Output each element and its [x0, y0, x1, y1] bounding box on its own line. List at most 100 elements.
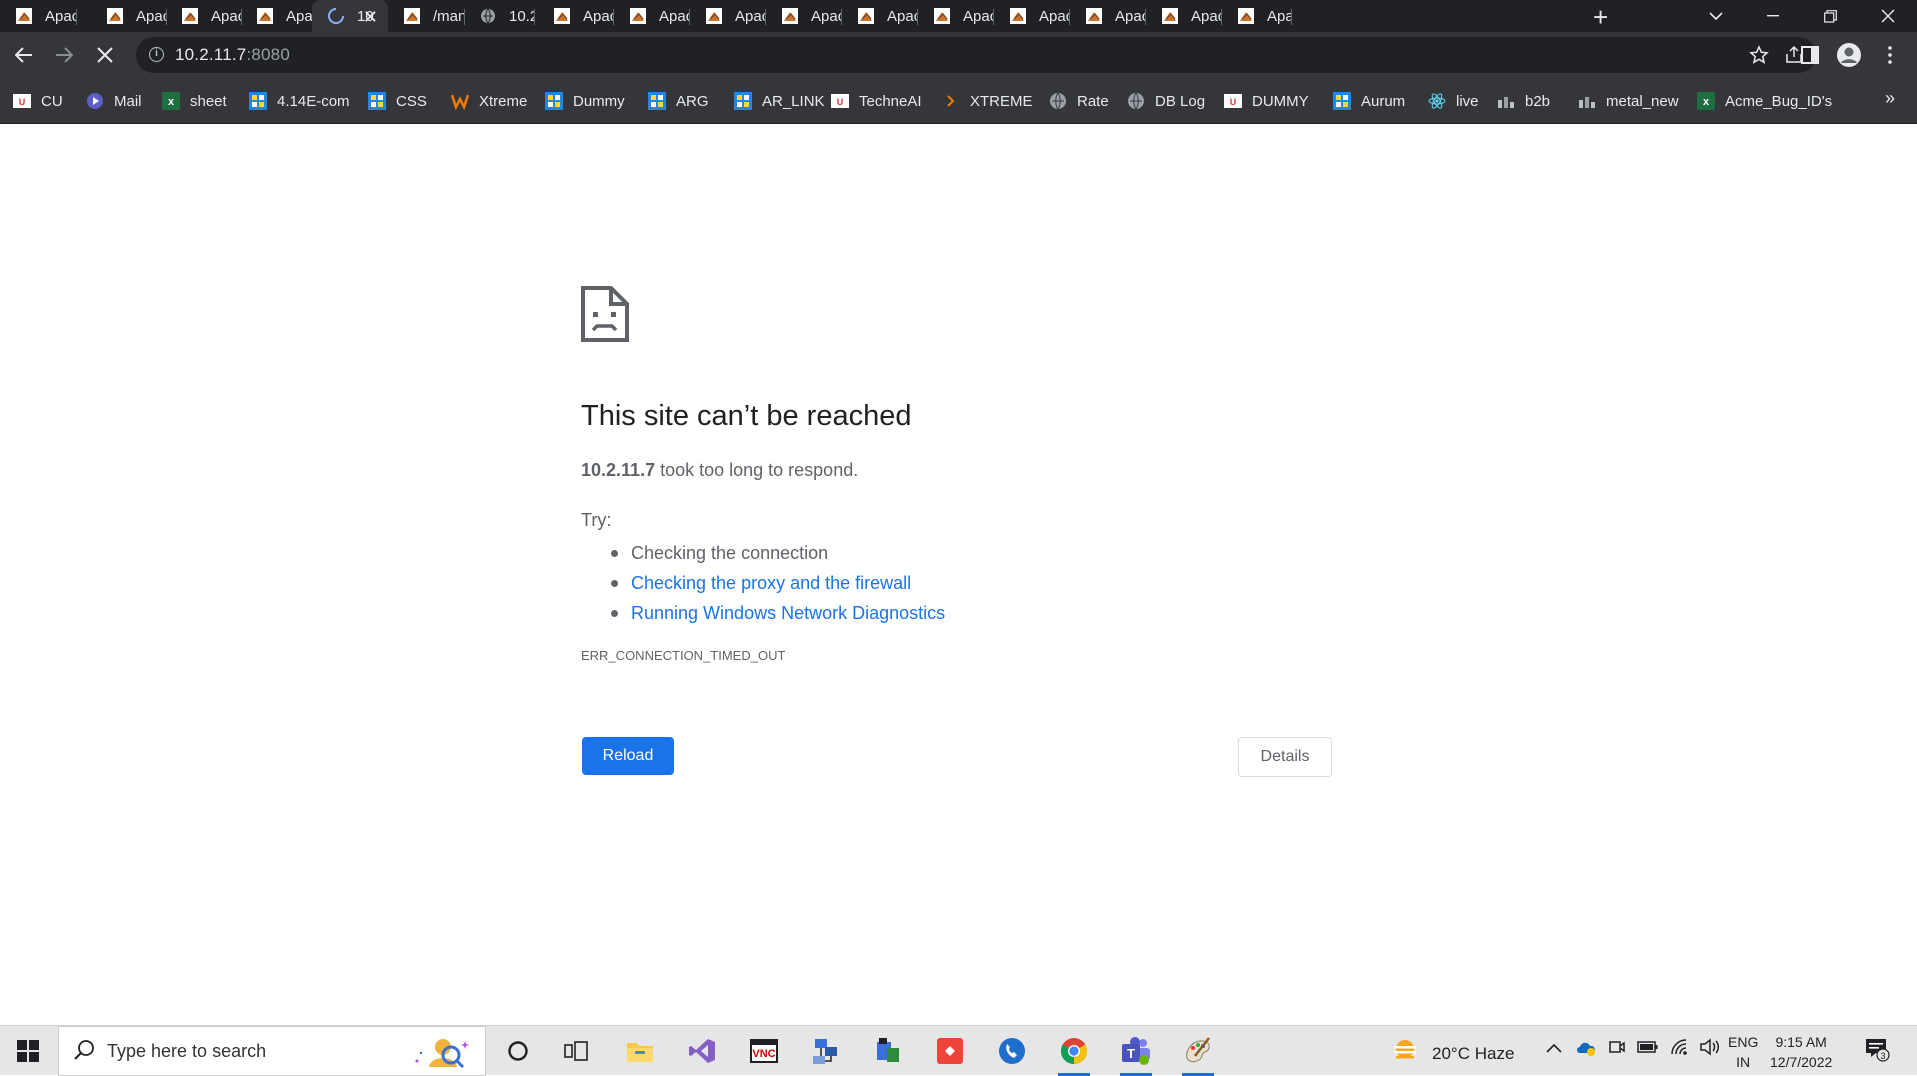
volume-icon[interactable]: [1699, 1038, 1721, 1060]
phone-app-icon[interactable]: [992, 1034, 1032, 1068]
details-button[interactable]: Details: [1238, 737, 1332, 777]
bookmark-item[interactable]: U DUMMY: [1224, 90, 1309, 112]
taskbar-search-box[interactable]: Type here to search: [58, 1026, 486, 1076]
bookmark-item[interactable]: Mail: [86, 90, 142, 112]
browser-tab[interactable]: Apach: [614, 0, 690, 32]
browser-tab[interactable]: Apach: [538, 0, 614, 32]
remote-tool-icon[interactable]: [868, 1034, 908, 1068]
globe-icon: [479, 7, 497, 25]
battery-icon[interactable]: [1637, 1040, 1659, 1058]
paint-icon[interactable]: [1178, 1034, 1218, 1076]
show-hidden-icons-chevron-icon[interactable]: [1546, 1040, 1562, 1057]
browser-tab[interactable]: Apach: [1070, 0, 1146, 32]
browser-tab[interactable]: Apach: [690, 0, 766, 32]
browser-tab[interactable]: Apach: [842, 0, 918, 32]
minimize-button[interactable]: [1745, 0, 1801, 32]
bookmark-label: 4.14E-com: [277, 92, 350, 110]
notification-center-icon[interactable]: 3: [1864, 1036, 1894, 1066]
bookmark-item[interactable]: 4.14E-com: [249, 90, 350, 112]
bookmark-item[interactable]: metal_new: [1578, 90, 1679, 112]
bookmark-item[interactable]: Dummy: [545, 90, 625, 112]
jira-icon: [249, 92, 267, 110]
bookmark-item[interactable]: Aurum: [1333, 90, 1405, 112]
bookmark-item[interactable]: U CU: [13, 90, 63, 112]
stop-loading-button[interactable]: [90, 40, 120, 70]
tab-title: 10.2.1: [509, 7, 535, 25]
bookmark-item[interactable]: XTREME: [942, 90, 1033, 112]
browser-toolbar: i 10.2.11.7:8080: [0, 32, 1917, 78]
side-panel-icon[interactable]: [1795, 40, 1825, 70]
more-bookmarks-chevron-icon[interactable]: »: [1885, 88, 1895, 109]
forward-button[interactable]: [49, 40, 79, 70]
visual-studio-icon[interactable]: [682, 1034, 722, 1068]
jira-icon: [545, 92, 563, 110]
bookmark-item[interactable]: AR_LINK: [734, 90, 825, 112]
profile-avatar-icon[interactable]: [1834, 40, 1864, 70]
browser-tab[interactable]: Apach: [994, 0, 1070, 32]
network-tool-icon[interactable]: [806, 1034, 846, 1068]
error-code: ERR_CONNECTION_TIMED_OUT: [581, 648, 786, 663]
back-button[interactable]: [9, 40, 39, 70]
file-explorer-icon[interactable]: [620, 1034, 660, 1068]
browser-tab[interactable]: Apach: [91, 0, 167, 32]
address-bar[interactable]: i 10.2.11.7:8080: [136, 37, 1816, 73]
close-window-button[interactable]: [1860, 0, 1916, 32]
bookmark-label: TechneAI: [859, 92, 922, 110]
browser-tab[interactable]: Apach: [1146, 0, 1222, 32]
svg-text:T: T: [1127, 1046, 1135, 1061]
meet-now-icon[interactable]: [1608, 1038, 1626, 1060]
bookmark-item[interactable]: DB Log: [1127, 90, 1205, 112]
bookmark-item[interactable]: CSS: [368, 90, 427, 112]
browser-tab[interactable]: 10.2.1: [464, 0, 535, 32]
taskbar-clock[interactable]: 9:15 AM 12/7/2022: [1770, 1032, 1832, 1072]
browser-tab[interactable]: Apach: [1222, 0, 1292, 32]
bookmark-item[interactable]: ARG: [648, 90, 709, 112]
url-text[interactable]: 10.2.11.7:8080: [175, 45, 290, 65]
vnc-viewer-icon[interactable]: VNC: [744, 1034, 784, 1068]
wifi-icon[interactable]: [1670, 1038, 1690, 1060]
bookmark-item[interactable]: x Acme_Bug_ID's: [1697, 90, 1832, 112]
menu-kebab-icon[interactable]: [1875, 40, 1905, 70]
new-tab-button[interactable]: +: [1593, 2, 1608, 33]
chrome-icon[interactable]: [1054, 1034, 1094, 1076]
tab-search-chevron-icon[interactable]: [1688, 0, 1744, 32]
bookmark-label: sheet: [190, 92, 227, 110]
suggestion-network-diagnostics-link[interactable]: Running Windows Network Diagnostics: [611, 598, 945, 628]
bookmark-item[interactable]: live: [1428, 90, 1479, 112]
suggestion-check-proxy-link[interactable]: Checking the proxy and the firewall: [611, 568, 945, 598]
bookmark-item[interactable]: U TechneAI: [831, 90, 922, 112]
cortana-icon[interactable]: [498, 1034, 538, 1068]
browser-tab[interactable]: Apach: [166, 0, 242, 32]
bookmark-item[interactable]: x sheet: [162, 90, 227, 112]
cu-icon: U: [831, 92, 849, 110]
tab-active[interactable]: 10 ✕: [312, 0, 388, 32]
apache-favicon-icon: [1009, 7, 1027, 25]
close-tab-icon[interactable]: ✕: [363, 7, 378, 28]
browser-tab[interactable]: Apach: [0, 0, 77, 32]
weather-widget[interactable]: 20°C Haze: [1390, 1038, 1514, 1069]
anydesk-icon[interactable]: [930, 1034, 970, 1068]
restore-button[interactable]: [1802, 0, 1858, 32]
browser-tab[interactable]: /mana: [388, 0, 465, 32]
bookmark-item[interactable]: Xtreme: [451, 90, 527, 112]
bookmark-label: DB Log: [1155, 92, 1206, 110]
reload-button[interactable]: Reload: [582, 737, 674, 775]
site-info-icon[interactable]: i: [149, 47, 164, 62]
task-view-icon[interactable]: [556, 1034, 596, 1068]
tab-title: Apach: [211, 7, 242, 25]
windows-start-icon[interactable]: [8, 1036, 48, 1066]
teams-icon[interactable]: T: [1116, 1034, 1156, 1076]
browser-tab[interactable]: Apach: [241, 0, 313, 32]
onedrive-icon[interactable]: [1575, 1038, 1597, 1060]
globe-icon: [1049, 92, 1067, 110]
excel-icon: x: [1697, 92, 1715, 110]
bookmark-star-icon[interactable]: [1744, 40, 1774, 70]
jira-icon: [1333, 92, 1351, 110]
browser-tab[interactable]: Apach: [766, 0, 842, 32]
browser-tab[interactable]: Apach: [918, 0, 994, 32]
bookmark-item[interactable]: Rate: [1049, 90, 1109, 112]
input-language-indicator[interactable]: ENG IN: [1728, 1032, 1758, 1072]
bookmark-item[interactable]: b2b: [1497, 90, 1550, 112]
bookmark-label: XTREME: [970, 92, 1033, 110]
bookmark-label: Mail: [114, 92, 142, 110]
